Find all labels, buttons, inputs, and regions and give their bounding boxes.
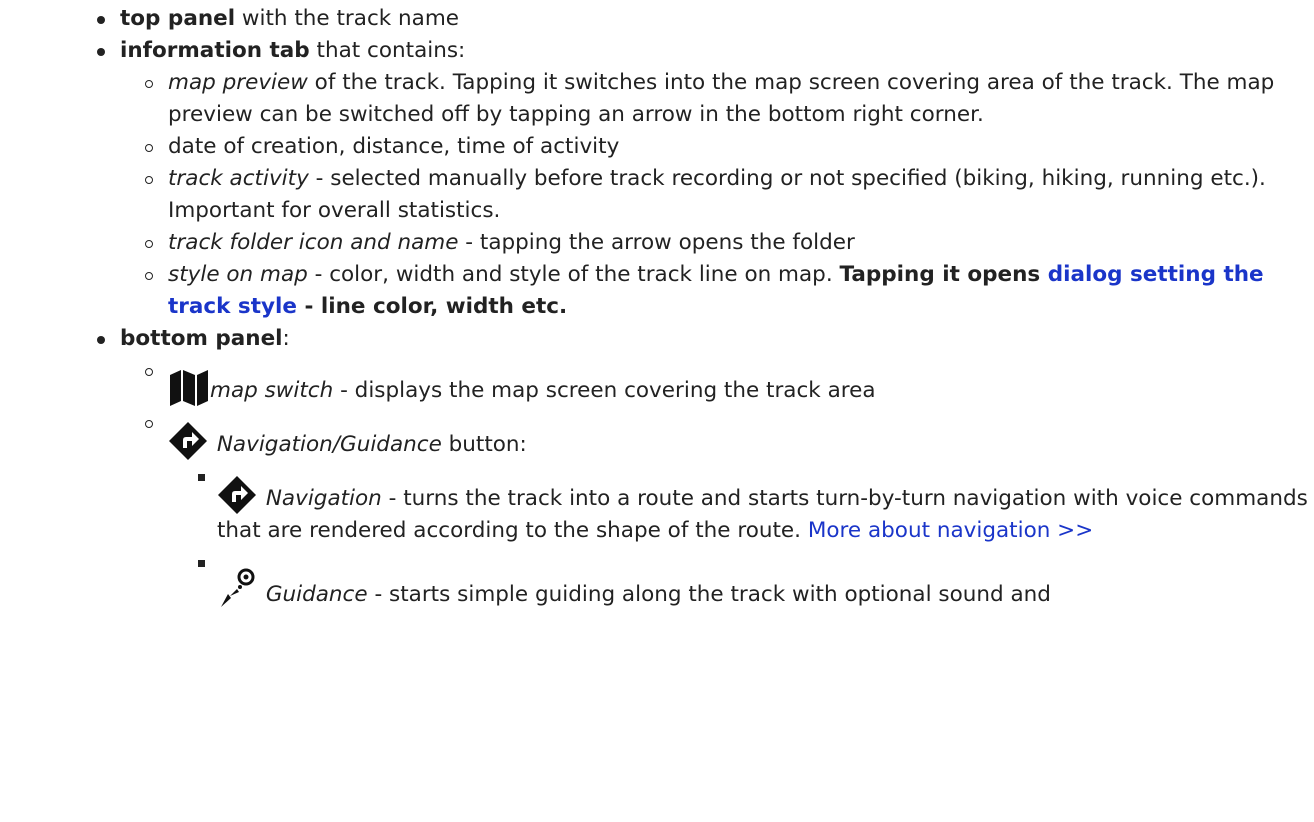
list-item-navigation-guidance: Navigation/Guidance button: Navigation -… xyxy=(0,407,1314,611)
item-text: - displays the map screen covering the t… xyxy=(333,378,876,403)
list-item-map-switch: map switch - displays the map screen cov… xyxy=(0,355,1314,407)
item-text: button: xyxy=(441,432,527,457)
item-text: - color, width and style of the track li… xyxy=(307,262,840,287)
more-about-navigation-link[interactable]: More about navigation >> xyxy=(808,518,1093,543)
list-item-bottom-panel: bottom panel: map switch - displays the … xyxy=(0,323,1314,611)
item-term: map switch xyxy=(210,378,334,403)
item-term: track activity xyxy=(168,166,309,191)
guidance-icon xyxy=(217,567,259,611)
item-term: Navigation/Guidance xyxy=(216,432,442,457)
item-text: that contains: xyxy=(309,38,466,63)
list-item-information-tab: information tab that contains: map previ… xyxy=(0,35,1314,323)
item-title: bottom panel xyxy=(120,326,283,351)
bottom-panel-sublist: map switch - displays the map screen cov… xyxy=(120,355,1314,611)
item-term: style on map xyxy=(168,262,308,287)
list-item-top-panel: top panel with the track name xyxy=(0,3,1314,35)
navigation-sublist: Navigation - turns the track into a rout… xyxy=(168,461,1314,611)
item-term: map preview xyxy=(168,70,308,95)
item-text: - selected manually before track recordi… xyxy=(168,166,1266,223)
bold-text: Tapping it opens xyxy=(839,262,1048,287)
list-item-date: date of creation, distance, time of acti… xyxy=(0,131,1314,163)
list-item-track-activity: track activity - selected manually befor… xyxy=(0,163,1314,227)
item-title: top panel xyxy=(120,6,236,31)
list-item-map-preview: map preview of the track. Tapping it swi… xyxy=(0,67,1314,131)
navigation-icon xyxy=(168,421,210,461)
item-term: Guidance xyxy=(265,582,368,607)
document-body: top panel with the track name informatio… xyxy=(0,0,1314,822)
item-term: track folder icon and name xyxy=(168,230,459,255)
item-title: information tab xyxy=(120,38,310,63)
list-item-guidance: Guidance - starts simple guiding along t… xyxy=(0,547,1314,611)
item-text: - tapping the arrow opens the folder xyxy=(458,230,855,255)
list-item-navigation: Navigation - turns the track into a rout… xyxy=(0,461,1314,547)
bold-text: - line color, width etc. xyxy=(296,294,568,319)
item-text: date of creation, distance, time of acti… xyxy=(168,134,620,159)
list-item-track-folder: track folder icon and name - tapping the… xyxy=(0,227,1314,259)
item-term: Navigation xyxy=(265,486,382,511)
list-item-style-on-map: style on map - color, width and style of… xyxy=(0,259,1314,323)
navigation-icon xyxy=(217,475,259,515)
information-tab-sublist: map preview of the track. Tapping it swi… xyxy=(120,67,1314,323)
item-text: - starts simple guiding along the track … xyxy=(367,582,1051,607)
item-text: of the track. Tapping it switches into t… xyxy=(168,70,1275,127)
item-text: : xyxy=(282,326,290,351)
map-icon xyxy=(168,369,210,407)
feature-list: top panel with the track name informatio… xyxy=(0,3,1314,611)
item-text: with the track name xyxy=(235,6,460,31)
